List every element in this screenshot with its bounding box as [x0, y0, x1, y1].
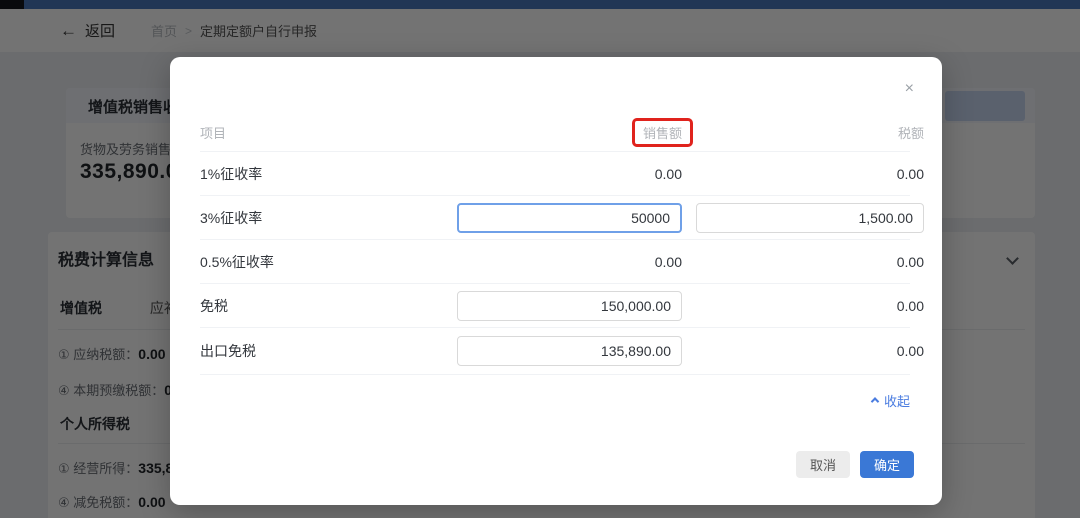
close-icon[interactable]: × [905, 81, 914, 97]
tax-value: 0.00 [896, 253, 924, 270]
sales-detail-dialog: × 项目 销售额 税额 1%征收率 0.00 0.00 3%征收率 0.5%征收… [170, 57, 942, 505]
row-label: 0.5%征收率 [200, 253, 274, 270]
column-header-sales: 销售额 [457, 117, 693, 147]
tax-value: 0.00 [896, 297, 924, 314]
sales-input-3pct[interactable] [457, 202, 682, 233]
tax-value: 0.00 [896, 343, 924, 359]
sales-value: 0.00 [654, 165, 682, 182]
table-row: 0.5%征收率 0.00 0.00 [200, 240, 924, 284]
confirm-button[interactable]: 确定 [859, 451, 914, 478]
table-header-row: 项目 销售额 税额 [200, 113, 924, 152]
table-row: 免税 0.00 [200, 284, 924, 328]
collapse-label: 收起 [883, 393, 910, 409]
sales-input-export-exempt[interactable] [457, 336, 682, 366]
column-header-tax: 税额 [897, 125, 924, 141]
dialog-footer: 取消 确定 [200, 451, 914, 478]
row-label: 免税 [200, 297, 228, 314]
sales-value: 0.00 [654, 253, 682, 270]
collapse-row: 收起 [200, 389, 910, 411]
row-label: 1%征收率 [200, 165, 263, 182]
row-label: 3%征收率 [200, 209, 263, 226]
red-annotation-box: 销售额 [631, 117, 693, 147]
tax-value: 0.00 [896, 165, 924, 182]
table-row: 出口免税 0.00 [200, 328, 924, 375]
chevron-up-icon [870, 397, 880, 406]
screen: ← 返回 首页 > 定期定额户自行申报 增值税销售收 货物及劳务销售 335,8… [0, 0, 1080, 518]
collapse-link[interactable]: 收起 [870, 391, 910, 410]
cancel-button[interactable]: 取消 [795, 451, 850, 478]
tax-input-3pct[interactable] [696, 202, 924, 233]
column-header-item: 项目 [200, 125, 227, 141]
sales-table: 项目 销售额 税额 1%征收率 0.00 0.00 3%征收率 0.5%征收率 … [200, 113, 924, 375]
table-row: 1%征收率 0.00 0.00 [200, 152, 924, 196]
row-label: 出口免税 [200, 343, 256, 359]
sales-input-exempt[interactable] [457, 290, 682, 321]
table-row: 3%征收率 [200, 196, 924, 240]
